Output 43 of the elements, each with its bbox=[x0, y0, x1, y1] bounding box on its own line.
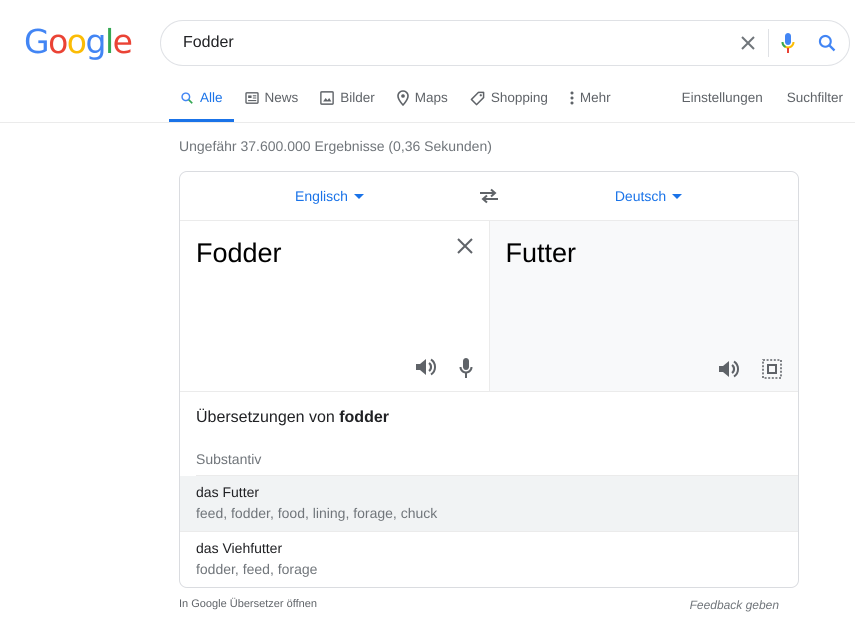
google-logo[interactable]: Google bbox=[24, 24, 160, 58]
search-bar[interactable]: Fodder bbox=[160, 20, 850, 66]
language-dropdown[interactable]: Englisch bbox=[180, 186, 479, 206]
close-icon[interactable] bbox=[740, 35, 756, 51]
search-icon bbox=[180, 91, 194, 105]
entry-synonyms: fodder, feed, forage bbox=[196, 560, 318, 577]
close-icon[interactable] bbox=[456, 238, 472, 254]
feedback-link[interactable]: Feedback geben bbox=[690, 596, 779, 614]
translation-entry[interactable]: das Viehfutter fodder, feed, forage bbox=[180, 532, 798, 587]
speaker-icon[interactable] bbox=[718, 359, 740, 379]
image-icon bbox=[320, 91, 334, 105]
nav-tab[interactable]: News bbox=[234, 77, 310, 122]
tools-link[interactable]: Suchfilter bbox=[774, 77, 855, 122]
more-vertical-icon bbox=[570, 91, 574, 105]
nav-tab[interactable]: Mehr bbox=[558, 77, 622, 122]
translation-entry[interactable]: das Futter feed, fodder, food, lining, forage, chuck bbox=[180, 476, 798, 532]
nav-tab[interactable]: Maps bbox=[386, 77, 459, 122]
nav-tab[interactable]: Alle bbox=[169, 77, 234, 122]
caret-icon bbox=[354, 194, 364, 198]
microphone-icon[interactable] bbox=[781, 32, 795, 54]
location-pin-icon bbox=[396, 90, 409, 106]
speaker-icon[interactable] bbox=[414, 357, 436, 377]
select-all-icon[interactable] bbox=[762, 359, 782, 379]
search-field[interactable]: Fodder bbox=[181, 30, 740, 56]
entry-term: das Futter bbox=[196, 484, 260, 500]
newspaper-icon bbox=[244, 92, 259, 104]
microphone-icon[interactable] bbox=[458, 357, 472, 379]
part-of-speech: Substantiv bbox=[196, 451, 262, 467]
entry-term: das Viehfutter bbox=[196, 540, 282, 556]
tag-icon bbox=[470, 90, 485, 106]
translated-text: Futter bbox=[506, 237, 578, 270]
caret-icon bbox=[672, 194, 682, 198]
nav-tab[interactable]: Shopping bbox=[458, 77, 559, 122]
entry-synonyms: feed, fodder, food, lining, forage, chuck bbox=[196, 504, 438, 521]
tools-link[interactable]: Einstellungen bbox=[670, 77, 775, 122]
source-text[interactable]: Fodder bbox=[196, 233, 282, 274]
swap-icon[interactable] bbox=[479, 188, 499, 204]
language-dropdown[interactable]: Deutsch bbox=[499, 186, 798, 206]
open-translator-link[interactable]: In Google Übersetzer öffnen bbox=[179, 596, 317, 614]
result-stats: Ungefähr 37.600.000 Ergebnisse (0,36 Sekunden) bbox=[179, 138, 492, 154]
dictionary-heading: Übersetzungen von fodder bbox=[196, 408, 390, 428]
nav-tab[interactable]: Bilder bbox=[309, 77, 386, 122]
search-icon[interactable] bbox=[817, 33, 837, 53]
